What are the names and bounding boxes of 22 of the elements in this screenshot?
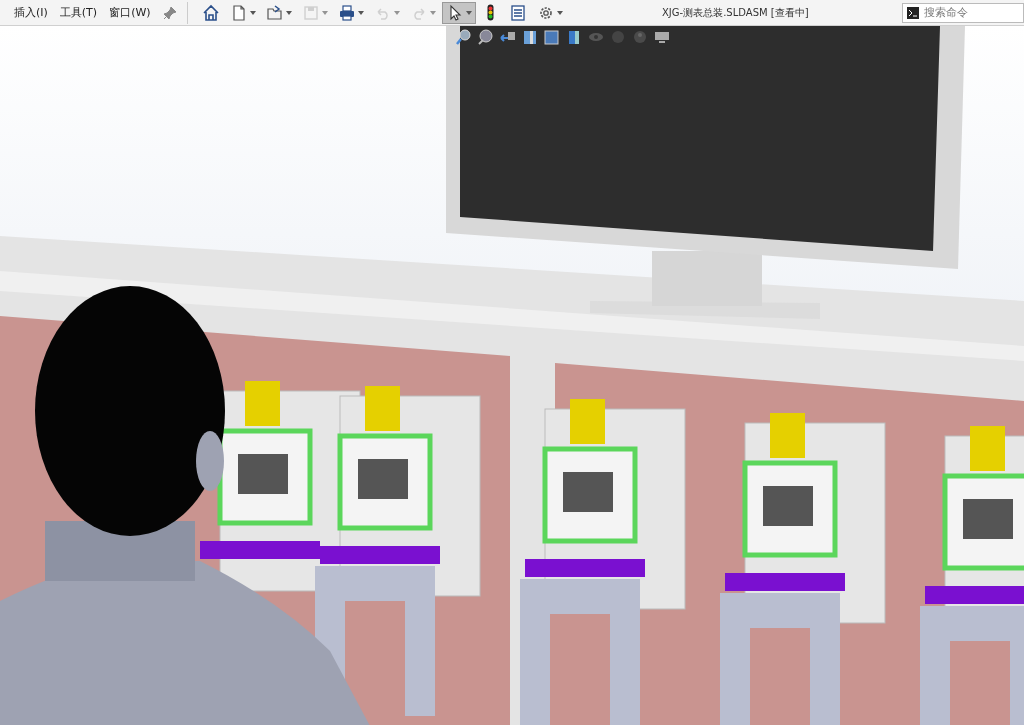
pin-icon[interactable] [162, 5, 177, 20]
zoom-to-fit-icon[interactable] [455, 28, 473, 46]
terminal-icon [907, 6, 919, 19]
save-icon [301, 3, 320, 22]
caret-icon[interactable] [465, 10, 472, 15]
home-icon [201, 3, 220, 22]
caret-icon[interactable] [285, 10, 292, 15]
zoom-area-icon[interactable] [477, 28, 495, 46]
open-icon [265, 3, 284, 22]
print-icon [337, 3, 356, 22]
menu-item[interactable]: 插入(I) [8, 5, 54, 20]
list-icon [508, 3, 527, 22]
caret-icon[interactable] [556, 10, 563, 15]
select-tool-button[interactable] [441, 1, 476, 24]
caret-icon[interactable] [357, 10, 364, 15]
menu-item[interactable]: 窗口(W) [103, 5, 157, 20]
traffic-icon [486, 4, 494, 21]
caret-icon[interactable] [249, 10, 256, 15]
menu-item[interactable]: 工具(T) [53, 5, 104, 20]
search-field[interactable]: 搜索命令 [902, 2, 1024, 23]
window-title: XJG-测表总装.SLDASM [查看中] [661, 5, 810, 20]
section-view-icon[interactable] [521, 28, 539, 46]
